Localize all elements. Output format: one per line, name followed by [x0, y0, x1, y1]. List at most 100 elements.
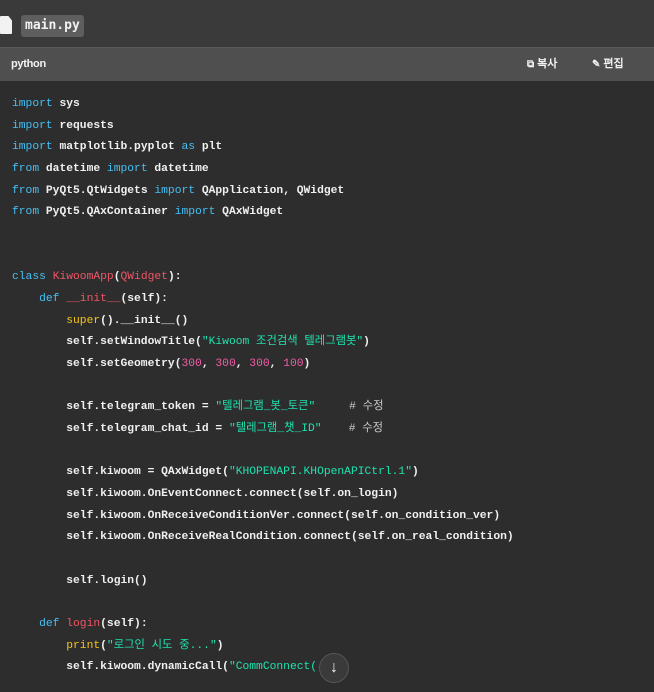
code-token: ): — [167, 271, 182, 284]
code-token: def — [39, 293, 60, 306]
code-token: , — [235, 358, 250, 371]
file-icon — [0, 16, 12, 34]
code-token: import — [12, 98, 53, 110]
code-token: ) — [411, 466, 419, 479]
copy-label: 복사 — [537, 58, 558, 70]
code-block-header: python ⧉ 복사 ✎ 편집 — [0, 47, 654, 81]
code-line: import requests — [12, 116, 514, 138]
code-token: 100 — [283, 358, 304, 371]
code-token: requests — [52, 119, 114, 132]
code-token: datetime — [39, 163, 107, 176]
code-line: from PyQt5.QtWidgets import QApplication… — [12, 181, 514, 203]
code-token: QApplication, QWidget — [195, 184, 345, 197]
code-token: super — [66, 314, 101, 327]
code-line: from PyQt5.QAxContainer import QAxWidget — [12, 202, 514, 224]
code-line: from datetime import datetime — [12, 159, 514, 181]
code-token: self.login() — [12, 574, 148, 587]
code-token: __init__ — [66, 293, 121, 306]
code-token: from — [12, 184, 40, 197]
code-token: , — [269, 358, 284, 371]
code-token: QWidget — [120, 271, 168, 284]
edit-label: 편집 — [603, 58, 624, 70]
code-token: 300 — [215, 358, 236, 371]
code-token: "텔레그램_봇_토큰" — [215, 401, 316, 414]
code-token: import — [12, 141, 53, 154]
code-line: self.kiwoom.OnEventConnect.connect(self.… — [12, 484, 514, 506]
code-line: self.telegram_token = "텔레그램_봇_토큰" # 수정 — [12, 397, 514, 419]
code-token: "로그인 시도 중..." — [106, 639, 217, 652]
code-token: import — [174, 206, 216, 219]
code-token: , — [201, 358, 216, 371]
code-token: from — [12, 206, 40, 219]
code-token: "텔레그램_챗_ID" — [228, 423, 322, 436]
code-token: "Kiwoom 조건검색 텔레그램봇" — [201, 336, 364, 349]
code-line: self.kiwoom.dynamicCall("CommConnect( — [12, 657, 514, 679]
code-line: class KiwoomApp(QWidget): — [12, 267, 514, 289]
code-token: as — [181, 141, 196, 154]
file-name-tab[interactable]: main.py — [21, 15, 84, 37]
code-token: print — [66, 639, 101, 652]
code-token: self.kiwoom.dynamicCall( — [12, 661, 229, 674]
code-token: self.kiwoom = QAxWidget( — [12, 466, 229, 479]
code-token: import — [12, 119, 53, 132]
code-token: plt — [195, 141, 223, 154]
code-line: def __init__(self): — [12, 289, 514, 311]
code-token: self.setWindowTitle( — [12, 336, 202, 349]
pencil-icon: ✎ — [592, 59, 601, 70]
code-token: 300 — [249, 358, 270, 371]
code-line: import sys — [12, 94, 514, 116]
code-token: 300 — [181, 358, 202, 371]
code-token: ) — [216, 639, 224, 652]
code-token: ) — [363, 336, 370, 349]
code-token: PyQt5.QtWidgets — [39, 184, 155, 197]
code-token: self.telegram_chat_id = — [12, 423, 229, 436]
file-tab-bar: main.py — [0, 0, 654, 47]
code-token: ( — [100, 639, 107, 652]
code-token: self.kiwoom.OnReceiveRealCondition.conne… — [12, 531, 514, 544]
code-token: self.telegram_token = — [12, 401, 216, 414]
code-token: import — [106, 163, 148, 176]
code-line: self.telegram_chat_id = "텔레그램_챗_ID" # 수정 — [12, 419, 514, 441]
code-line: super().__init__() — [12, 311, 514, 333]
language-label: python — [11, 58, 46, 70]
code-token: import — [154, 184, 196, 197]
scroll-down-button[interactable]: ↓ — [319, 653, 349, 683]
code-token: self.kiwoom.OnEventConnect.connect(self.… — [12, 488, 399, 501]
code-token: datetime — [147, 163, 209, 176]
edit-button[interactable]: ✎ 편집 — [592, 48, 624, 81]
code-line: self.kiwoom.OnReceiveRealCondition.conne… — [12, 527, 514, 549]
copy-button[interactable]: ⧉ 복사 — [527, 48, 557, 81]
code-line: def login(self): — [12, 614, 514, 636]
code-token: self.setGeometry( — [12, 358, 182, 371]
code-token: "CommConnect( — [228, 661, 318, 674]
code-line: import matplotlib.pyplot as plt — [12, 137, 514, 159]
arrow-down-icon: ↓ — [330, 659, 338, 676]
code-token: (self): — [100, 618, 148, 631]
code-line: self.login() — [12, 571, 514, 593]
code-token: PyQt5.QAxContainer — [39, 206, 175, 219]
code-token: ().__init__() — [100, 314, 189, 327]
code-token: from — [12, 163, 40, 176]
copy-icon: ⧉ — [527, 59, 535, 70]
code-token: # 수정 — [348, 423, 384, 436]
code-token: matplotlib.pyplot — [52, 141, 182, 154]
code-token: KiwoomApp — [52, 271, 114, 284]
code-line: self.setWindowTitle("Kiwoom 조건검색 텔레그램봇") — [12, 332, 514, 354]
code-token: login — [66, 618, 101, 631]
code-token: ) — [303, 358, 311, 371]
code-token: sys — [52, 98, 80, 110]
code-token: QAxWidget — [215, 206, 284, 219]
code-line: self.kiwoom.OnReceiveConditionVer.connec… — [12, 506, 514, 528]
